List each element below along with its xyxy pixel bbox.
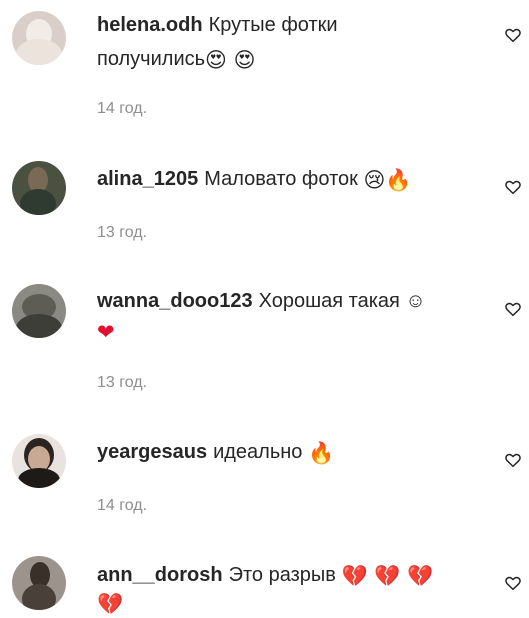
crying-fire-emoji: 😢🔥 [363, 168, 412, 192]
comment-line: yeargesaus идеально 🔥 [97, 437, 334, 467]
username[interactable]: wanna_dooo123 [97, 290, 253, 312]
comment-line: 💔 [97, 588, 123, 618]
avatar[interactable] [12, 11, 66, 65]
heart-eyes-emoji: 😍 😍 [205, 48, 256, 72]
username[interactable]: yeargesaus [97, 441, 207, 463]
comment-text: Хорошая такая ☺ [258, 290, 426, 312]
red-heart-emoji: ❤ [97, 320, 115, 344]
comment-line: ❤ [97, 316, 115, 346]
heart-outline-icon[interactable] [504, 574, 522, 592]
comment-time[interactable]: 13 год. [97, 374, 147, 392]
comment-text: Это разрыв [228, 564, 336, 586]
avatar[interactable] [12, 556, 66, 610]
comment-line: ann__dorosh Это разрыв 💔 💔 💔 [97, 560, 433, 590]
avatar[interactable] [12, 161, 66, 215]
comment-text: Маловато фоток [204, 168, 358, 190]
heart-outline-icon[interactable] [504, 26, 522, 44]
comment-time[interactable]: 14 год. [97, 100, 147, 118]
comment-line: alina_1205 Маловато фоток 😢🔥 [97, 164, 411, 194]
avatar[interactable] [12, 434, 66, 488]
comment-line: helena.odh Крутые фотки [97, 10, 338, 40]
comment-text: Крутые фотки [208, 14, 338, 36]
comment-text: получились [97, 48, 206, 70]
comment-text: идеально [213, 441, 303, 463]
broken-heart-emoji: 💔 💔 💔 [341, 564, 434, 588]
comment-line: wanna_dooo123 Хорошая такая ☺ [97, 286, 426, 316]
heart-outline-icon[interactable] [504, 451, 522, 469]
comment-time[interactable]: 13 год. [97, 224, 147, 242]
comment-line: получились😍 😍 [97, 44, 256, 74]
username[interactable]: helena.odh [97, 14, 203, 36]
username[interactable]: ann__dorosh [97, 564, 223, 586]
broken-heart-emoji: 💔 [97, 592, 124, 616]
heart-outline-icon[interactable] [504, 178, 522, 196]
comment-time[interactable]: 14 год. [97, 497, 147, 515]
username[interactable]: alina_1205 [97, 168, 198, 190]
avatar[interactable] [12, 284, 66, 338]
heart-outline-icon[interactable] [504, 300, 522, 318]
fire-emoji: 🔥 [308, 441, 335, 465]
